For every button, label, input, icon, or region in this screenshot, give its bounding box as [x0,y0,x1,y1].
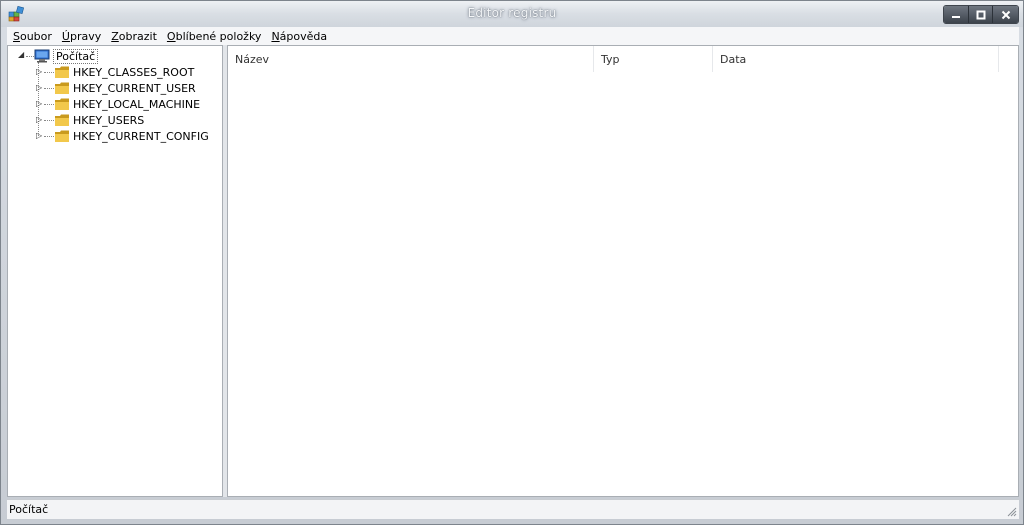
registry-tree[interactable]: ◢ Počítač ▷ HKEY_CLASSES_ROOT ▷ HKEY_CUR… [7,45,223,497]
tree-node-label: HKEY_USERS [73,113,145,127]
column-header-data[interactable]: Data [713,46,999,72]
tree-node-root[interactable]: Počítač [34,48,99,64]
folder-icon [55,130,69,142]
folder-icon [55,114,69,126]
expand-arrow-icon[interactable]: ▷ [36,131,42,140]
folder-icon [55,98,69,110]
column-header-type[interactable]: Typ [594,46,713,72]
menu-upravy[interactable]: Úpravy [62,30,101,43]
caption-buttons [943,5,1019,24]
window-title: Editor registru [467,6,557,20]
tree-node-label: HKEY_CURRENT_USER [73,81,196,95]
status-bar: Počítač [7,499,1019,519]
tree-node-hkey-users[interactable]: HKEY_USERS [54,112,144,128]
tree-connector [44,72,54,73]
maximize-icon [976,10,985,19]
tree-node-label: HKEY_CURRENT_CONFIG [73,129,209,143]
menu-soubor[interactable]: Soubor [13,30,52,43]
close-button[interactable] [992,6,1018,23]
values-list[interactable]: Název Typ Data [227,45,1019,497]
resize-grip-icon[interactable] [1005,505,1017,517]
status-text: Počítač [9,503,49,516]
expand-arrow-icon[interactable]: ▷ [36,99,42,108]
tree-connector [44,136,54,137]
expand-arrow-icon[interactable]: ▷ [36,83,42,92]
tree-connector [26,56,34,57]
folder-icon [55,66,69,78]
menu-oblibene-polozky[interactable]: Oblíbené položky [167,30,262,43]
tree-node-hkey-current-config[interactable]: HKEY_CURRENT_CONFIG [54,128,209,144]
tree-node-label: HKEY_CLASSES_ROOT [73,65,195,79]
expand-arrow-icon[interactable]: ▷ [36,115,42,124]
registry-editor-window: Editor registru Soubor Úpravy Zobrazit O… [0,0,1024,525]
menu-bar: Soubor Úpravy Zobrazit Oblíbené položky … [7,27,1019,45]
tree-connector [44,104,54,105]
tree-root-label: Počítač [53,48,99,64]
folder-icon [55,82,69,94]
minimize-icon [952,15,960,18]
tree-connector [44,120,54,121]
tree-node-hkey-classes-root[interactable]: HKEY_CLASSES_ROOT [54,64,194,80]
column-header-name[interactable]: Název [228,46,594,72]
menu-zobrazit[interactable]: Zobrazit [111,30,157,43]
list-header: Název Typ Data [228,46,1018,72]
tree-node-hkey-current-user[interactable]: HKEY_CURRENT_USER [54,80,196,96]
expand-arrow-icon[interactable]: ▷ [36,67,42,76]
maximize-button[interactable] [968,6,992,23]
collapse-arrow-icon[interactable]: ◢ [18,50,24,59]
computer-icon [34,49,50,63]
title-bar[interactable]: Editor registru [1,1,1023,27]
tree-node-label: HKEY_LOCAL_MACHINE [73,97,201,111]
menu-napoveda[interactable]: Nápověda [271,30,327,43]
minimize-button[interactable] [944,6,968,23]
close-icon [1001,10,1010,19]
tree-node-hkey-local-machine[interactable]: HKEY_LOCAL_MACHINE [54,96,200,112]
tree-connector [44,88,54,89]
